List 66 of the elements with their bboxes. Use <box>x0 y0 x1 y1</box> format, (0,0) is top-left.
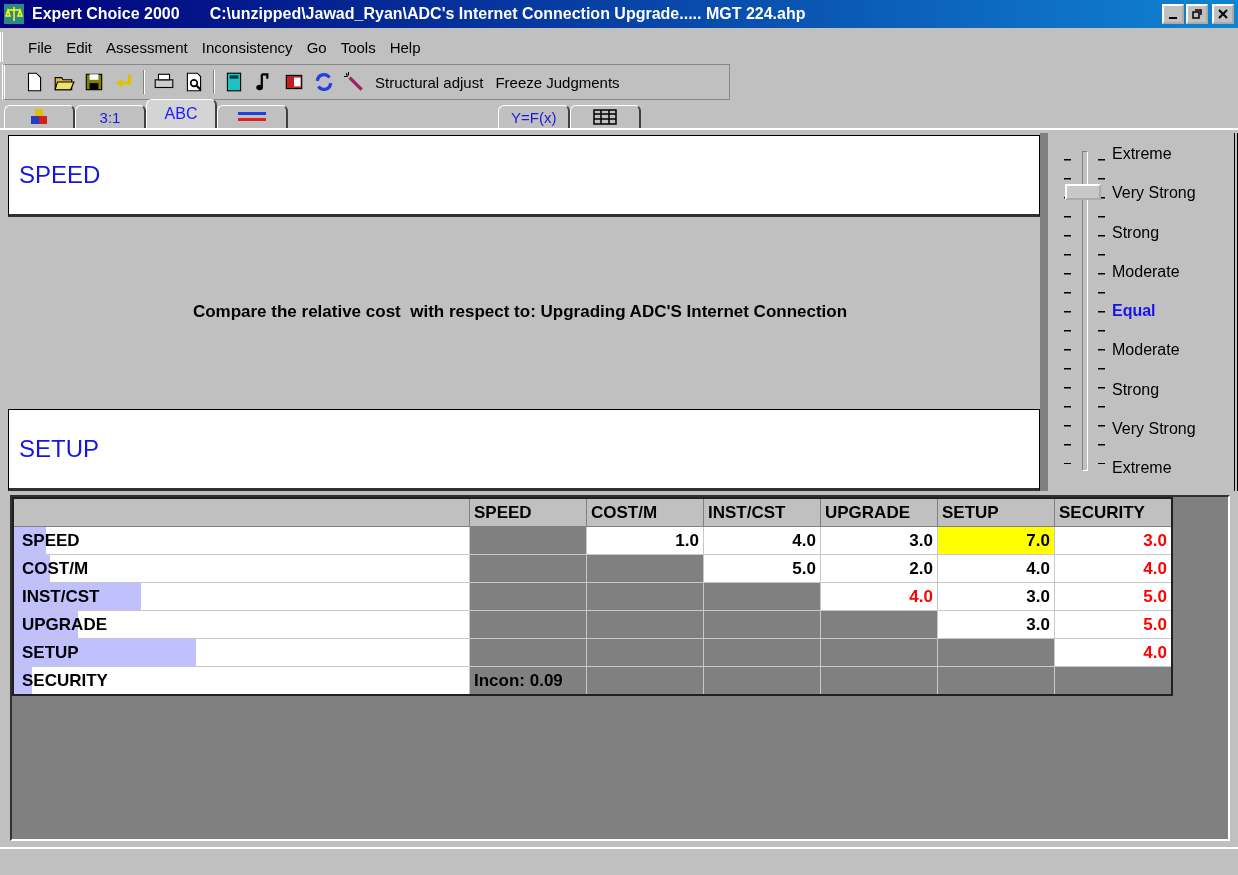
close-icon <box>1218 9 1228 19</box>
row-label: SPEED <box>21 530 80 550</box>
menu-item[interactable]: Assessment <box>99 38 195 56</box>
colored-blocks-icon <box>28 109 50 125</box>
app-logo-icon <box>4 4 24 24</box>
judgment-cell[interactable]: 5.0 <box>703 554 821 583</box>
judgment-cell[interactable]: 2.0 <box>820 554 938 583</box>
column-header: COST/M <box>586 498 704 527</box>
scale-label: Equal <box>1112 302 1157 320</box>
view-tab[interactable]: ABC <box>146 99 217 128</box>
menu-item[interactable]: Help <box>382 38 428 56</box>
slider-thumb[interactable] <box>1065 183 1101 200</box>
view-tab[interactable] <box>4 105 75 128</box>
refresh-arrows-icon[interactable] <box>313 71 335 93</box>
judgment-cell[interactable]: 3.0 <box>937 582 1055 611</box>
save-icon[interactable] <box>83 71 105 93</box>
column-header: SETUP <box>937 498 1055 527</box>
inconsistency-ratio: Incon: 0.09 <box>469 666 587 695</box>
toolbar-text-button[interactable]: Freeze Judgments <box>493 73 622 91</box>
menu-item[interactable]: Edit <box>59 38 100 56</box>
view-tab[interactable]: Y=F(x) <box>498 105 571 128</box>
table-grid-icon <box>593 109 618 125</box>
compared-item-label: SETUP <box>19 435 99 463</box>
column-header: SECURITY <box>1054 498 1172 527</box>
restore-button[interactable] <box>1186 4 1208 24</box>
judgment-cell[interactable]: 3.0 <box>820 526 938 555</box>
toolbar-text-button[interactable]: Structural adjust <box>373 73 486 91</box>
view-tab[interactable] <box>217 105 288 128</box>
file-path: C:\unzipped\Jawad_Ryan\ADC's Internet Connection Upgrade..... MGT 224.ahp <box>209 5 806 23</box>
comparison-prompt: Compare the relative cost with respect to: Upgrading ADC'S Internet Connection <box>192 302 848 322</box>
restore-icon <box>1192 9 1202 19</box>
close-button[interactable] <box>1212 4 1234 24</box>
scale-label: Moderate <box>1112 341 1181 360</box>
judgment-cell[interactable]: 7.0 <box>937 526 1055 555</box>
view-tab[interactable] <box>570 105 642 128</box>
row-label: SETUP <box>21 642 79 662</box>
judgment-cell[interactable]: 4.0 <box>937 554 1055 583</box>
scale-label: Very Strong <box>1112 184 1196 203</box>
scale-label: Strong <box>1112 223 1161 242</box>
scale-label: Extreme <box>1112 459 1173 477</box>
minimize-button[interactable] <box>1162 4 1184 24</box>
judgment-cell[interactable]: 4.0 <box>703 526 821 555</box>
compared-item-label: SPEED <box>19 161 101 189</box>
magic-wand-icon[interactable] <box>343 71 365 93</box>
scale-label: Extreme <box>1112 145 1173 163</box>
menu-item[interactable]: File <box>21 38 60 56</box>
scale-label: Very Strong <box>1112 419 1196 438</box>
view-tab[interactable]: 3:1 <box>75 105 146 128</box>
row-label: COST/M <box>21 558 89 578</box>
judgment-cell[interactable]: 3.0 <box>937 610 1055 639</box>
minimize-icon <box>1169 17 1177 19</box>
column-header: INST/CST <box>703 498 821 527</box>
column-header: SPEED <box>469 498 587 527</box>
colored-lines-icon <box>238 111 266 123</box>
row-label: INST/CST <box>21 586 100 606</box>
scale-label: Strong <box>1112 380 1161 399</box>
column-header: UPGRADE <box>820 498 938 527</box>
window-title: Expert Choice 2000 <box>32 5 180 23</box>
menu-item[interactable]: Inconsistency <box>194 38 300 56</box>
row-label: SECURITY <box>21 670 108 690</box>
judgment-cell[interactable]: 4.0 <box>820 582 938 611</box>
scale-label: Moderate <box>1112 262 1181 281</box>
menu-item[interactable]: Tools <box>333 38 383 56</box>
judgment-cell[interactable]: 1.0 <box>586 526 704 555</box>
row-label: UPGRADE <box>21 614 107 634</box>
menu-item[interactable]: Go <box>299 38 334 56</box>
